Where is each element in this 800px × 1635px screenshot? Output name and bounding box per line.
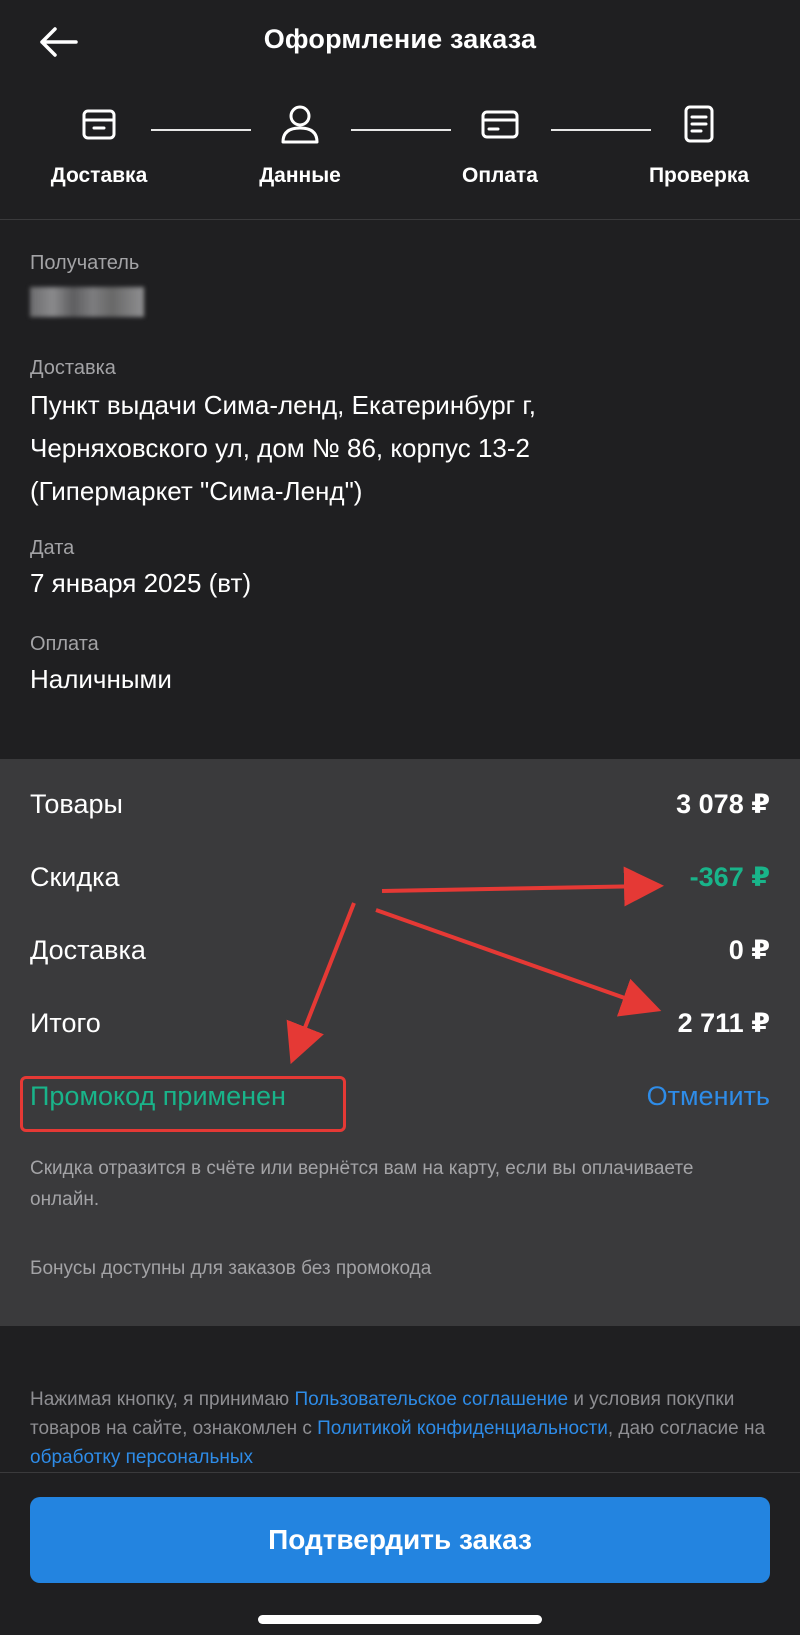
step-review[interactable]: Проверка xyxy=(614,100,784,188)
delivery-caption: Доставка xyxy=(30,357,116,379)
user-agreement-link[interactable]: Пользовательское соглашение xyxy=(294,1389,568,1410)
cancel-promo-link[interactable]: Отменить xyxy=(647,1081,770,1112)
step-payment[interactable]: Оплата xyxy=(415,100,585,188)
summary-row-goods: Товары 3 078 ₽ xyxy=(30,789,770,820)
box-icon xyxy=(82,109,116,140)
step-label: Доставка xyxy=(50,164,148,187)
delivery-address: Пункт выдачи Сима-ленд, Екатеринбург г, … xyxy=(30,384,770,513)
step-label: Оплата xyxy=(461,164,538,187)
checkout-stepper: Доставка Данные Оплата Проверка xyxy=(0,100,800,210)
header: Оформление заказа xyxy=(0,0,800,84)
step-label: Проверка xyxy=(648,164,750,187)
order-info: Получатель Доставка Пункт выдачи Сима-ле… xyxy=(30,230,770,701)
page-title: Оформление заказа xyxy=(263,24,537,54)
payment-value: Наличными xyxy=(30,664,172,694)
discount-label: Скидка xyxy=(30,862,120,892)
goods-amount: 3 078 ₽ xyxy=(676,789,770,819)
total-amount: 2 711 ₽ xyxy=(677,1008,770,1038)
user-icon xyxy=(281,105,319,144)
delivery-cost-label: Доставка xyxy=(30,935,146,965)
privacy-policy-link[interactable]: Политикой конфиденциальности xyxy=(317,1418,608,1439)
document-icon xyxy=(684,105,714,143)
refund-note: Скидка отразится в счёте или вернётся ва… xyxy=(30,1158,694,1210)
home-indicator xyxy=(258,1615,542,1624)
legal-consent-text: Нажимая кнопку, я принимаю Пользовательс… xyxy=(30,1385,770,1470)
summary-row-discount: Скидка -367 ₽ xyxy=(30,862,770,893)
total-label: Итого xyxy=(30,1008,101,1038)
order-summary: Товары 3 078 ₽ Скидка -367 ₽ Доставка 0 … xyxy=(0,759,800,1326)
date-value: 7 января 2025 (вт) xyxy=(30,568,252,598)
legal-text: Нажимая кнопку, я принимаю xyxy=(30,1389,295,1410)
recipient-caption: Получатель xyxy=(30,252,140,274)
date-caption: Дата xyxy=(30,537,75,559)
confirm-order-button[interactable]: Подтвердить заказ xyxy=(30,1497,770,1583)
promo-row: Промокод применен Отменить xyxy=(30,1081,770,1112)
legal-text: , даю согласие на xyxy=(607,1418,766,1439)
goods-label: Товары xyxy=(30,789,123,819)
delivery-cost-amount: 0 ₽ xyxy=(728,935,770,965)
personal-data-link[interactable]: обработку персональных xyxy=(30,1447,253,1468)
step-label: Данные xyxy=(259,164,341,187)
delivery-address-line: Пункт выдачи Сима-ленд, Екатеринбург г, xyxy=(30,390,536,420)
footer-divider xyxy=(0,1472,800,1473)
step-data[interactable]: Данные xyxy=(215,100,385,188)
step-delivery[interactable]: Доставка xyxy=(14,100,184,188)
discount-amount: -367 ₽ xyxy=(689,862,770,892)
summary-row-delivery: Доставка 0 ₽ xyxy=(30,935,770,966)
payment-caption: Оплата xyxy=(30,633,99,655)
credit-card-icon xyxy=(481,110,519,139)
summary-row-total: Итого 2 711 ₽ xyxy=(30,1008,770,1039)
delivery-address-line: Черняховского ул, дом № 86, корпус 13-2 xyxy=(30,433,530,463)
divider xyxy=(0,219,800,220)
recipient-name-redacted xyxy=(30,287,144,317)
promo-status: Промокод применен xyxy=(30,1081,286,1111)
delivery-address-line: (Гипермаркет "Сима-Ленд") xyxy=(30,476,363,506)
bonus-note: Бонусы доступны для заказов без промокод… xyxy=(30,1258,432,1279)
